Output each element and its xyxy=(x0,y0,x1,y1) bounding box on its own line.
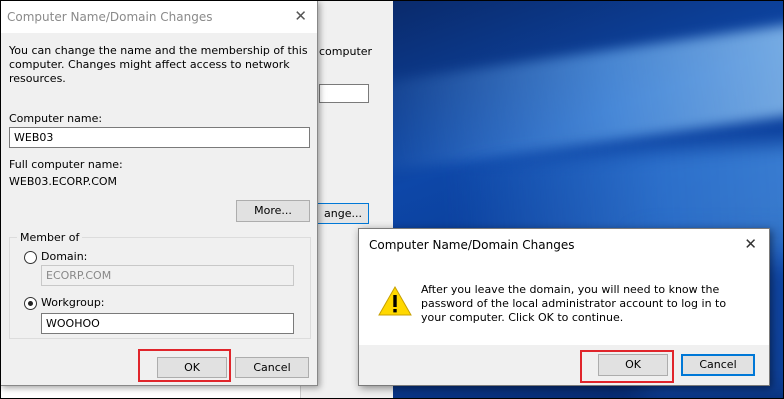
close-icon[interactable]: ✕ xyxy=(744,235,757,253)
domain-radio[interactable] xyxy=(24,251,37,264)
workgroup-input[interactable]: WOOHOO xyxy=(41,313,294,334)
domain-label: Domain: xyxy=(41,250,88,263)
background-window-field xyxy=(319,84,369,103)
change-button[interactable]: ange... xyxy=(315,203,369,224)
confirm-dialog: Computer Name/Domain Changes ✕ After you… xyxy=(358,228,770,386)
dialog-description: You can change the name and the membersh… xyxy=(9,44,308,85)
confirm-footer: OK Cancel xyxy=(359,345,769,385)
close-icon[interactable]: ✕ xyxy=(294,7,307,25)
dialog-title: Computer Name/Domain Changes xyxy=(7,10,213,24)
full-computer-name-value: WEB03.ECORP.COM xyxy=(9,175,118,188)
confirm-ok-button[interactable]: OK xyxy=(598,354,668,376)
computer-name-input[interactable]: WEB03 xyxy=(9,127,310,148)
warning-icon xyxy=(378,285,412,316)
cancel-button[interactable]: Cancel xyxy=(235,357,309,378)
more-button[interactable]: More... xyxy=(236,200,310,222)
confirm-cancel-button[interactable]: Cancel xyxy=(681,354,755,376)
computer-name-label: Computer name: xyxy=(9,112,103,125)
confirm-message: After you leave the domain, you will nee… xyxy=(421,283,727,324)
confirm-dialog-title: Computer Name/Domain Changes xyxy=(369,238,575,252)
full-computer-name-label: Full computer name: xyxy=(9,158,123,171)
computer-name-dialog: Computer Name/Domain Changes ✕ You can c… xyxy=(0,0,318,386)
ok-button[interactable]: OK xyxy=(157,357,227,378)
member-of-label: Member of xyxy=(17,231,83,244)
dialog-titlebar: Computer Name/Domain Changes ✕ xyxy=(1,1,317,33)
background-window-text: computer xyxy=(319,45,373,58)
workgroup-label: Workgroup: xyxy=(41,296,105,309)
domain-input[interactable]: ECORP.COM xyxy=(41,265,294,286)
workgroup-radio[interactable] xyxy=(24,297,37,310)
